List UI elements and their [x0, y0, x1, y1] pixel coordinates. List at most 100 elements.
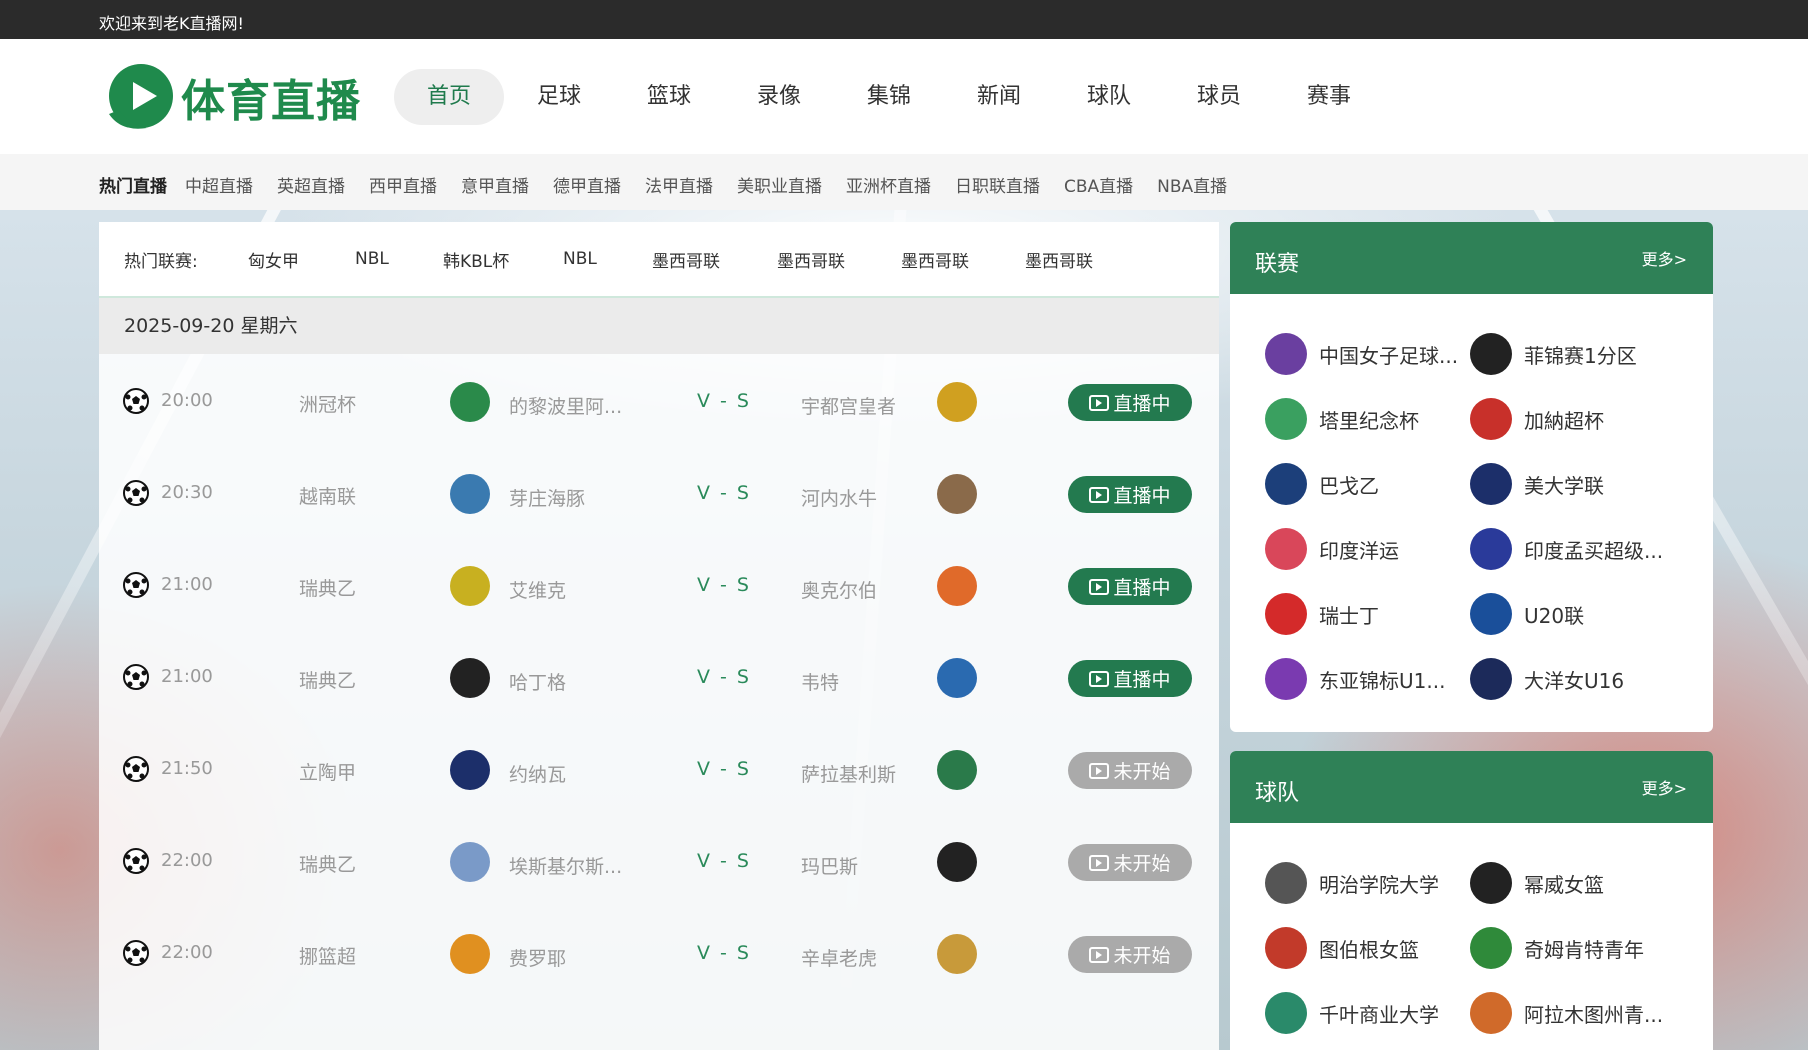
nav-players[interactable]: 球员 — [1164, 69, 1274, 125]
nav-news[interactable]: 新闻 — [944, 69, 1054, 125]
versus-label: V - S — [697, 666, 751, 688]
nav-events[interactable]: 赛事 — [1274, 69, 1384, 125]
live-button[interactable]: 直播中 — [1068, 476, 1192, 513]
home-team-name[interactable]: 的黎波里阿... — [509, 392, 622, 419]
match-row[interactable]: 22:00 瑞典乙 埃斯基尔斯... V - S 玛巴斯 未开始 — [99, 814, 1219, 906]
league-item[interactable]: 东亚锦标U1... — [1265, 655, 1465, 703]
hot-league-tag[interactable]: 墨西哥联 — [777, 247, 901, 272]
teams-header: 球队 更多> — [1230, 751, 1713, 823]
away-team-name[interactable]: 玛巴斯 — [801, 852, 858, 879]
team-item[interactable]: 明治学院大学 — [1265, 859, 1465, 907]
subnav-link[interactable]: NBA直播 — [1157, 172, 1227, 197]
match-league[interactable]: 瑞典乙 — [299, 666, 356, 693]
leagues-more-link[interactable]: 更多> — [1642, 246, 1687, 270]
crest-icon — [1470, 927, 1512, 969]
league-item[interactable]: 瑞士丁 — [1265, 590, 1465, 638]
team-item[interactable]: 图伯根女篮 — [1265, 924, 1465, 972]
match-league[interactable]: 洲冠杯 — [299, 390, 356, 417]
subnav-link[interactable]: 德甲直播 — [553, 172, 621, 197]
live-button[interactable]: 直播中 — [1068, 568, 1192, 605]
match-row[interactable]: 21:50 立陶甲 约纳瓦 V - S 萨拉基利斯 未开始 — [99, 722, 1219, 814]
home-team-name[interactable]: 埃斯基尔斯... — [509, 852, 622, 879]
hot-league-tag[interactable]: 墨西哥联 — [652, 247, 777, 272]
away-team-name[interactable]: 萨拉基利斯 — [801, 760, 896, 787]
live-button[interactable]: 直播中 — [1068, 660, 1192, 697]
league-name: 菲锦赛1分区 — [1524, 343, 1637, 368]
team-item[interactable]: 阿拉木图州青... — [1470, 989, 1670, 1037]
football-icon — [123, 388, 149, 414]
match-row[interactable]: 20:00 洲冠杯 的黎波里阿... V - S 宇都宫皇者 直播中 — [99, 354, 1219, 446]
subnav-link[interactable]: 意甲直播 — [461, 172, 529, 197]
subnav-link[interactable]: 法甲直播 — [645, 172, 713, 197]
nav-basketball[interactable]: 篮球 — [614, 69, 724, 125]
team-item[interactable]: 奇姆肯特青年 — [1470, 924, 1670, 972]
team-item[interactable]: 千叶商业大学 — [1265, 989, 1465, 1037]
league-item[interactable]: 加納超杯 — [1470, 395, 1670, 443]
nav-teams[interactable]: 球队 — [1054, 69, 1164, 125]
match-league[interactable]: 挪篮超 — [299, 942, 356, 969]
nav-home[interactable]: 首页 — [394, 69, 504, 125]
match-league[interactable]: 立陶甲 — [299, 758, 356, 785]
not-started-button[interactable]: 未开始 — [1068, 752, 1192, 789]
subnav-link[interactable]: 日职联直播 — [955, 172, 1040, 197]
subnav-link[interactable]: 西甲直播 — [369, 172, 437, 197]
league-item[interactable]: 中国女子足球... — [1265, 330, 1465, 378]
swiss-icon — [1265, 593, 1307, 635]
header: 体育直播 首页 足球 篮球 录像 集锦 新闻 球队 球员 赛事 — [0, 39, 1808, 154]
hot-league-tag[interactable]: 墨西哥联 — [1025, 247, 1093, 272]
home-team-logo-icon — [450, 934, 490, 974]
cup-icon — [1470, 398, 1512, 440]
match-panel: 热门联赛: 匈女甲 NBL 韩KBL杯 NBL 墨西哥联 墨西哥联 墨西哥联 墨… — [99, 222, 1219, 1050]
league-item[interactable]: 印度孟买超级... — [1470, 525, 1670, 573]
football-icon — [123, 572, 149, 598]
subnav-link[interactable]: 美职业直播 — [737, 172, 822, 197]
nav-highlights[interactable]: 集锦 — [834, 69, 944, 125]
home-team-name[interactable]: 艾维克 — [509, 576, 566, 603]
league-item[interactable]: 巴戈乙 — [1265, 460, 1465, 508]
league-item[interactable]: 菲锦赛1分区 — [1470, 330, 1670, 378]
nav-replay[interactable]: 录像 — [724, 69, 834, 125]
site-logo[interactable]: 体育直播 — [101, 58, 366, 136]
hot-league-tag[interactable]: NBL — [563, 249, 652, 269]
match-row[interactable]: 20:30 越南联 芽庄海豚 V - S 河内水牛 直播中 — [99, 446, 1219, 538]
match-row[interactable]: 21:00 瑞典乙 哈丁格 V - S 韦特 直播中 — [99, 630, 1219, 722]
league-item[interactable]: 印度洋运 — [1265, 525, 1465, 573]
hot-league-tag[interactable]: NBL — [355, 249, 443, 269]
match-league[interactable]: 越南联 — [299, 482, 356, 509]
not-started-button[interactable]: 未开始 — [1068, 936, 1192, 973]
versus-label: V - S — [697, 850, 751, 872]
league-item[interactable]: 大洋女U16 — [1470, 655, 1670, 703]
team-item[interactable]: 幂威女篮 — [1470, 859, 1670, 907]
teams-more-link[interactable]: 更多> — [1642, 775, 1687, 799]
match-row[interactable]: 22:00 挪篮超 费罗耶 V - S 辛卓老虎 未开始 — [99, 906, 1219, 998]
nav-football[interactable]: 足球 — [504, 69, 614, 125]
away-team-name[interactable]: 河内水牛 — [801, 484, 877, 511]
subnav-link[interactable]: CBA直播 — [1064, 172, 1133, 197]
hot-league-tag[interactable]: 墨西哥联 — [901, 247, 1025, 272]
hot-league-tag[interactable]: 韩KBL杯 — [443, 247, 563, 272]
away-team-name[interactable]: 韦特 — [801, 668, 839, 695]
subnav-link[interactable]: 中超直播 — [185, 172, 253, 197]
not-started-button[interactable]: 未开始 — [1068, 844, 1192, 881]
league-item[interactable]: 塔里纪念杯 — [1265, 395, 1465, 443]
league-name: 中国女子足球... — [1319, 343, 1459, 368]
home-team-name[interactable]: 哈丁格 — [509, 668, 566, 695]
subnav-link[interactable]: 英超直播 — [277, 172, 345, 197]
ball-icon — [1265, 927, 1307, 969]
match-league[interactable]: 瑞典乙 — [299, 850, 356, 877]
match-league[interactable]: 瑞典乙 — [299, 574, 356, 601]
league-name: 印度孟买超级... — [1524, 538, 1664, 563]
away-team-name[interactable]: 宇都宫皇者 — [801, 392, 896, 419]
away-team-name[interactable]: 辛卓老虎 — [801, 944, 877, 971]
hot-league-tag[interactable]: 匈女甲 — [248, 247, 355, 272]
league-item[interactable]: 美大学联 — [1470, 460, 1670, 508]
live-button[interactable]: 直播中 — [1068, 384, 1192, 421]
match-row[interactable]: 21:00 瑞典乙 艾维克 V - S 奥克尔伯 直播中 — [99, 538, 1219, 630]
subnav-link[interactable]: 亚洲杯直播 — [846, 172, 931, 197]
home-team-name[interactable]: 芽庄海豚 — [509, 484, 585, 511]
shield-icon — [1470, 528, 1512, 570]
home-team-name[interactable]: 费罗耶 — [509, 944, 566, 971]
away-team-name[interactable]: 奥克尔伯 — [801, 576, 877, 603]
home-team-name[interactable]: 约纳瓦 — [509, 760, 566, 787]
league-item[interactable]: U20联 — [1470, 590, 1670, 638]
